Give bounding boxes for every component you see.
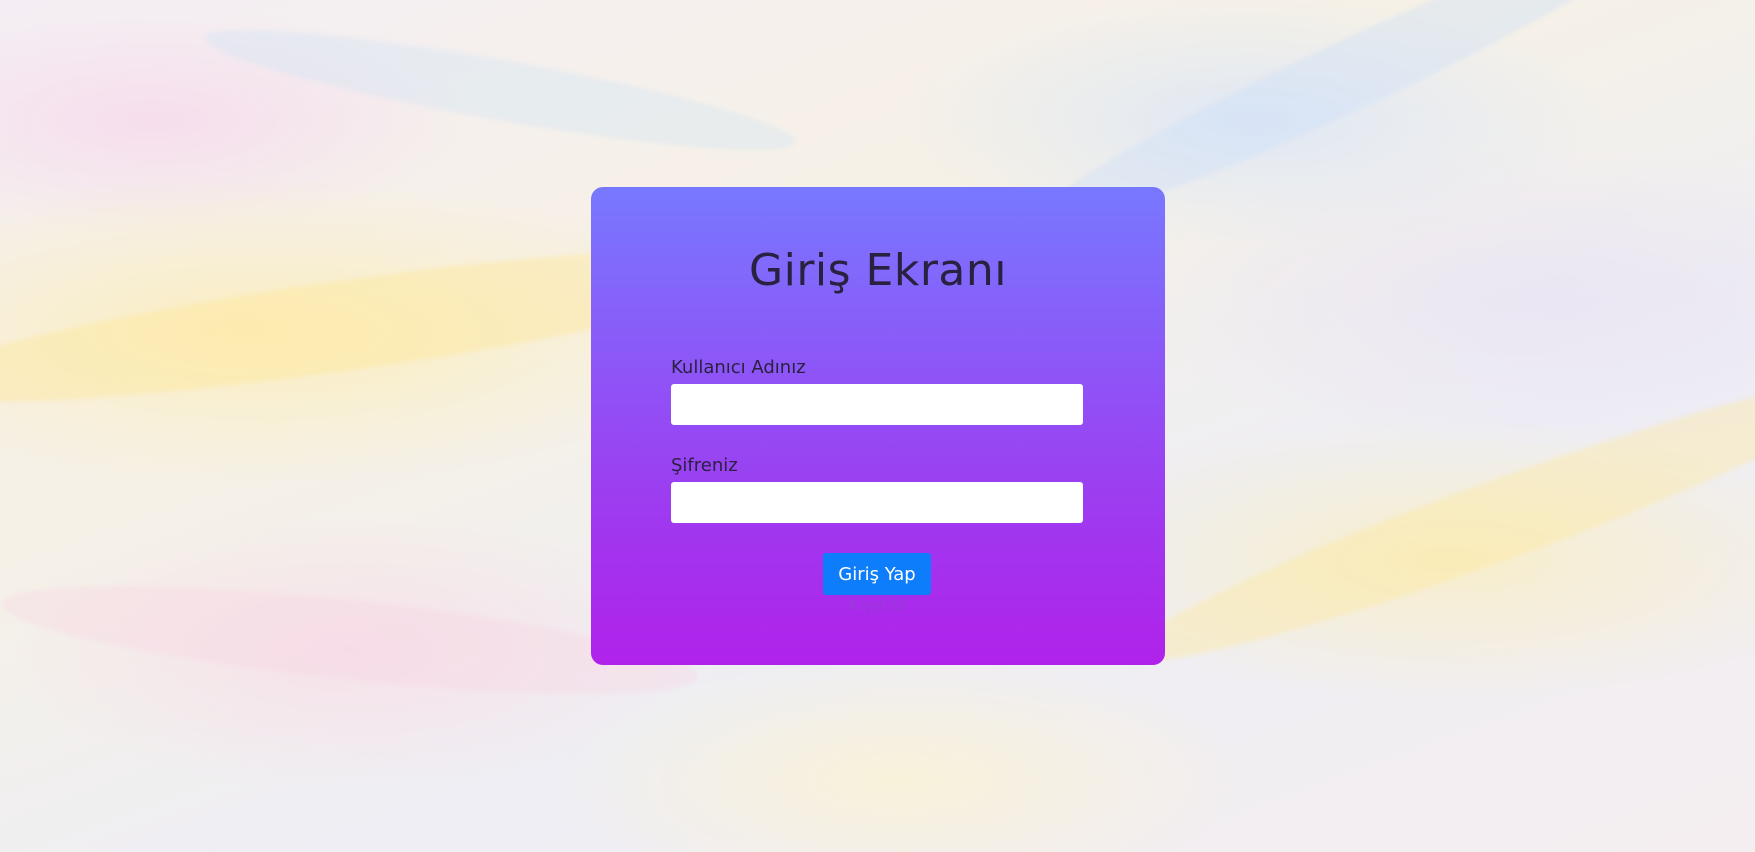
password-label: Şifreniz (671, 455, 738, 476)
login-card: Giriş Ekranı Kullanıcı Adınız Şifreniz G… (591, 187, 1165, 665)
login-title: Giriş Ekranı (749, 245, 1007, 296)
username-label: Kullanıcı Adınız (671, 357, 806, 378)
password-input[interactable] (671, 482, 1083, 523)
background-streak (199, 8, 801, 172)
register-link[interactable]: Kayıt Ol (591, 596, 1165, 614)
login-button[interactable]: Giriş Yap (823, 553, 931, 595)
background-streak (1110, 345, 1755, 695)
username-input[interactable] (671, 384, 1083, 425)
